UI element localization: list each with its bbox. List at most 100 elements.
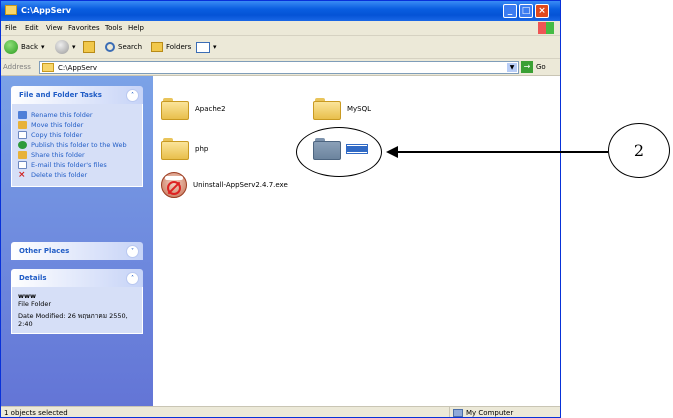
menu-file[interactable]: File <box>5 24 17 32</box>
details-panel: Details ˄ www File Folder Date Modified:… <box>11 269 143 334</box>
collapse-icon[interactable]: ˄ <box>126 89 139 102</box>
forward-arrow-icon <box>55 40 69 54</box>
explorer-window: C:\AppServ _ □ × File Edit View Favorite… <box>0 0 561 418</box>
panel-header[interactable]: Details ˄ <box>11 269 143 287</box>
uninstall-icon <box>161 172 187 198</box>
file-item-uninstall[interactable]: Uninstall-AppServ2.4.7.exe <box>161 172 288 198</box>
title-bar[interactable]: C:\AppServ _ □ × <box>1 1 560 21</box>
status-zone: My Computer <box>453 409 513 417</box>
task-label: Share this folder <box>31 151 85 159</box>
file-name: php <box>195 145 209 153</box>
computer-icon <box>453 409 463 417</box>
move-icon <box>18 121 27 129</box>
address-value: C:\AppServ <box>58 64 98 72</box>
address-bar: Address C:\AppServ ▼ → Go <box>1 59 560 76</box>
annotation-callout: 2 <box>608 123 670 178</box>
back-label: Back <box>21 43 38 51</box>
minimize-button[interactable]: _ <box>503 4 517 18</box>
panel-title: File and Folder Tasks <box>19 91 102 99</box>
menu-bar: File Edit View Favorites Tools Help <box>1 21 560 36</box>
toolbar: Back ▾ ▾ Search Folders ▾ <box>1 36 560 59</box>
menu-tools[interactable]: Tools <box>105 24 122 32</box>
views-icon <box>196 41 210 53</box>
task-publish[interactable]: Publish this folder to the Web <box>18 141 136 149</box>
task-label: Copy this folder <box>31 131 83 139</box>
window-title: C:\AppServ <box>21 6 71 15</box>
go-button[interactable]: → Go <box>521 61 546 73</box>
status-zone-label: My Computer <box>466 409 514 417</box>
windows-logo-icon <box>538 22 554 34</box>
views-button[interactable]: ▾ <box>196 40 217 54</box>
up-button[interactable] <box>83 40 95 54</box>
folder-up-icon <box>83 41 95 53</box>
go-arrow-icon: → <box>521 61 533 73</box>
task-pane: File and Folder Tasks ˄ Rename this fold… <box>1 76 153 406</box>
menu-edit[interactable]: Edit <box>25 24 39 32</box>
folders-label: Folders <box>166 43 192 51</box>
file-item-mysql[interactable]: MySQL <box>313 98 371 120</box>
annotation-arrow-line <box>395 151 608 153</box>
status-bar: 1 objects selected My Computer <box>1 406 560 417</box>
task-label: E-mail this folder's files <box>31 161 107 169</box>
chevron-down-icon[interactable]: ▼ <box>507 63 517 72</box>
menu-favorites[interactable]: Favorites <box>68 24 100 32</box>
address-label: Address <box>3 63 31 71</box>
go-label: Go <box>536 63 546 71</box>
task-delete[interactable]: × Delete this folder <box>18 170 136 180</box>
annotation-ellipse <box>296 127 382 177</box>
detail-type: File Folder <box>18 300 52 308</box>
file-item-php[interactable]: php <box>161 138 208 160</box>
close-button[interactable]: × <box>535 4 549 18</box>
menu-view[interactable]: View <box>46 24 63 32</box>
share-icon <box>18 151 27 159</box>
search-button[interactable]: Search <box>105 40 142 54</box>
file-item-apache2[interactable]: Apache2 <box>161 98 226 120</box>
folders-icon <box>151 42 163 52</box>
maximize-button[interactable]: □ <box>519 4 533 18</box>
back-arrow-icon <box>4 40 18 54</box>
task-label: Publish this folder to the Web <box>31 141 127 149</box>
folder-icon <box>5 5 17 15</box>
other-places-panel: Other Places ˅ <box>11 242 143 260</box>
task-label: Delete this folder <box>31 171 88 179</box>
panel-title: Details <box>19 274 47 282</box>
task-move[interactable]: Move this folder <box>18 121 136 129</box>
folders-button[interactable]: Folders <box>151 40 191 54</box>
folder-icon <box>161 98 189 120</box>
copy-icon <box>18 131 27 139</box>
task-label: Move this folder <box>31 121 84 129</box>
file-list: Apache2 MySQL php Uninstall-AppServ2.4.7… <box>153 76 560 406</box>
folder-icon <box>42 63 54 72</box>
detail-modified: Date Modified: 26 พฤษภาคม 2550, 2:40 <box>18 312 128 328</box>
address-input[interactable]: C:\AppServ ▼ <box>39 61 519 74</box>
email-icon <box>18 161 27 169</box>
status-text: 1 objects selected <box>4 409 68 417</box>
folder-icon <box>161 138 189 160</box>
chevron-down-icon: ▾ <box>72 43 76 51</box>
chevron-down-icon: ▾ <box>41 43 45 51</box>
panel-header[interactable]: File and Folder Tasks ˄ <box>11 86 143 104</box>
panel-body: www File Folder Date Modified: 26 พฤษภาค… <box>11 287 143 334</box>
menu-help[interactable]: Help <box>128 24 144 32</box>
file-name: MySQL <box>347 105 372 113</box>
task-share[interactable]: Share this folder <box>18 151 136 159</box>
panel-body: Rename this folder Move this folder Copy… <box>11 104 143 187</box>
delete-icon: × <box>18 170 26 180</box>
expand-icon[interactable]: ˅ <box>126 245 139 258</box>
panel-header[interactable]: Other Places ˅ <box>11 242 143 260</box>
annotation-number: 2 <box>633 141 645 160</box>
back-button[interactable]: Back ▾ <box>4 40 45 54</box>
forward-button[interactable]: ▾ <box>55 40 76 54</box>
search-icon <box>105 42 115 52</box>
collapse-icon[interactable]: ˄ <box>126 272 139 285</box>
file-name: Uninstall-AppServ2.4.7.exe <box>193 181 288 189</box>
panel-title: Other Places <box>19 247 70 255</box>
file-folder-tasks-panel: File and Folder Tasks ˄ Rename this fold… <box>11 86 143 187</box>
task-email[interactable]: E-mail this folder's files <box>18 161 136 169</box>
task-copy[interactable]: Copy this folder <box>18 131 136 139</box>
folder-icon <box>313 98 341 120</box>
detail-name: www <box>18 292 37 300</box>
task-label: Rename this folder <box>31 111 93 119</box>
task-rename[interactable]: Rename this folder <box>18 111 136 119</box>
file-name: Apache2 <box>195 105 226 113</box>
